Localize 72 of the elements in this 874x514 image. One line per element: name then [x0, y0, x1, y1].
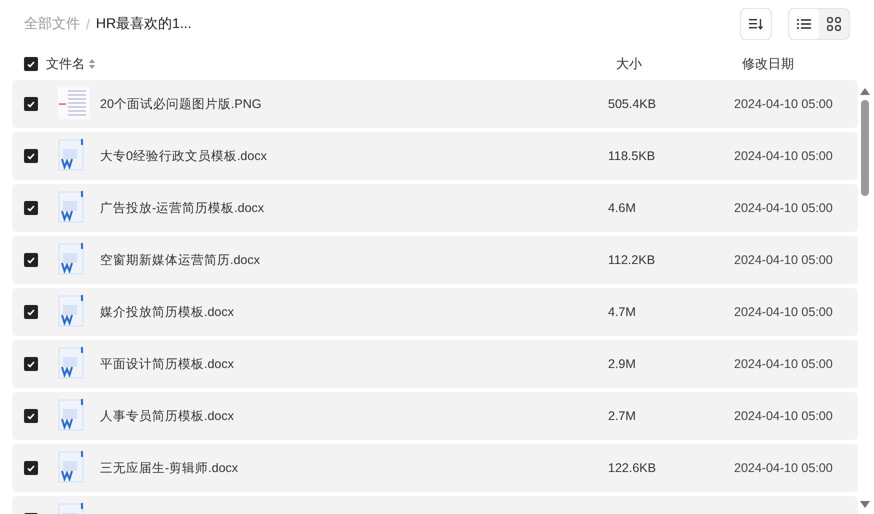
checkbox[interactable]: [24, 97, 38, 111]
checkbox[interactable]: [24, 461, 38, 475]
file-size: 4.7M: [608, 305, 636, 319]
file-size: 2.9M: [608, 357, 636, 371]
checkmark-icon: [27, 152, 35, 160]
checkmark-icon: [27, 204, 35, 212]
list-view-button[interactable]: [789, 9, 819, 39]
checkmark-icon: [27, 60, 35, 68]
checkbox[interactable]: [24, 253, 38, 267]
checkbox[interactable]: [24, 409, 38, 423]
grid-icon: [827, 17, 841, 31]
checkbox[interactable]: [24, 201, 38, 215]
checkmark-icon: [27, 412, 35, 420]
word-document-icon: [58, 398, 84, 430]
breadcrumb-separator: /: [86, 16, 90, 32]
word-document-icon: [58, 346, 84, 378]
file-name: 大专0经验行政文员模板.docx: [100, 148, 267, 162]
word-document-icon: [58, 242, 84, 274]
checkmark-icon: [27, 360, 35, 368]
checkbox[interactable]: [24, 305, 38, 319]
file-row[interactable]: 平面设计简历模板.docx 2.9M 2024-04-10 05:00: [12, 340, 858, 388]
checkbox[interactable]: [24, 357, 38, 371]
scroll-up-arrow-icon[interactable]: [860, 88, 870, 95]
checkmark-icon: [27, 100, 35, 108]
column-header[interactable]: 大小: [616, 55, 742, 73]
checkmark-icon: [27, 464, 35, 472]
file-row[interactable]: 空窗期新媒体运营简历.docx 112.2KB 2024-04-10 05:00: [12, 236, 858, 284]
checkmark-icon: [27, 308, 35, 316]
file-row[interactable]: 三无应届生-剪辑师.docx 122.6KB 2024-04-10 05:00: [12, 444, 858, 492]
file-size: 118.5KB: [608, 149, 656, 163]
image-thumbnail-icon: [58, 86, 90, 118]
file-name: 平面设计简历模板.docx: [100, 356, 234, 370]
file-size: 2.7M: [608, 409, 636, 423]
file-size: 505.4KB: [608, 97, 656, 111]
modified-date: 2024-04-10 05:00: [734, 409, 833, 423]
modified-date: 2024-04-10 05:00: [734, 201, 833, 215]
word-document-icon: [58, 190, 84, 222]
file-name: 空窗期新媒体运营简历.docx: [100, 252, 260, 266]
file-row[interactable]: 人事专员简历模板.docx 2.7M 2024-04-10 05:00: [12, 392, 858, 440]
checkmark-icon: [27, 256, 35, 264]
file-size: 4.6M: [608, 201, 636, 215]
word-document-icon: [58, 138, 84, 170]
file-row[interactable]: 媒介投放简历模板.docx 4.7M 2024-04-10 05:00: [12, 288, 858, 336]
column-header[interactable]: 修改日期: [742, 55, 862, 73]
file-name: 三无应届生-剪辑师.docx: [100, 460, 238, 474]
word-document-icon: [58, 450, 84, 482]
list-icon: [797, 18, 811, 30]
file-size: 112.2KB: [608, 253, 656, 267]
sort-icon: [749, 18, 763, 30]
file-name: 广告投放-运营简历模板.docx: [100, 200, 264, 214]
modified-date: 2024-04-10 05:00: [734, 97, 833, 111]
sort-arrows-icon[interactable]: [89, 59, 95, 69]
modified-date: 2024-04-10 05:00: [734, 149, 833, 163]
modified-date: 2024-04-10 05:00: [734, 305, 833, 319]
scrollbar-thumb[interactable]: [861, 100, 869, 196]
scroll-down-arrow-icon[interactable]: [860, 501, 870, 508]
modified-date: 2024-04-10 05:00: [734, 461, 833, 475]
file-row[interactable]: 20个面试必问题图片版.PNG 505.4KB 2024-04-10 05:00: [12, 80, 858, 128]
file-row[interactable]: 大专0经验行政文员模板.docx 118.5KB 2024-04-10 05:00: [12, 132, 858, 180]
breadcrumb-link[interactable]: HR最喜欢的1...: [96, 15, 192, 33]
file-name: 媒介投放简历模板.docx: [100, 304, 234, 318]
file-name: 20个面试必问题图片版.PNG: [100, 96, 262, 110]
file-name: 人事专员简历模板.docx: [100, 408, 234, 422]
file-size: 122.6KB: [608, 461, 656, 475]
modified-date: 2024-04-10 05:00: [734, 253, 833, 267]
checkbox[interactable]: [24, 149, 38, 163]
modified-date: 2024-04-10 05:00: [734, 357, 833, 371]
column-header[interactable]: 文件名: [46, 55, 85, 73]
sort-button[interactable]: [740, 8, 772, 40]
file-row[interactable]: 广告投放-运营简历模板.docx 4.6M 2024-04-10 05:00: [12, 184, 858, 232]
checkbox[interactable]: [24, 57, 38, 71]
word-document-icon: [58, 294, 84, 326]
